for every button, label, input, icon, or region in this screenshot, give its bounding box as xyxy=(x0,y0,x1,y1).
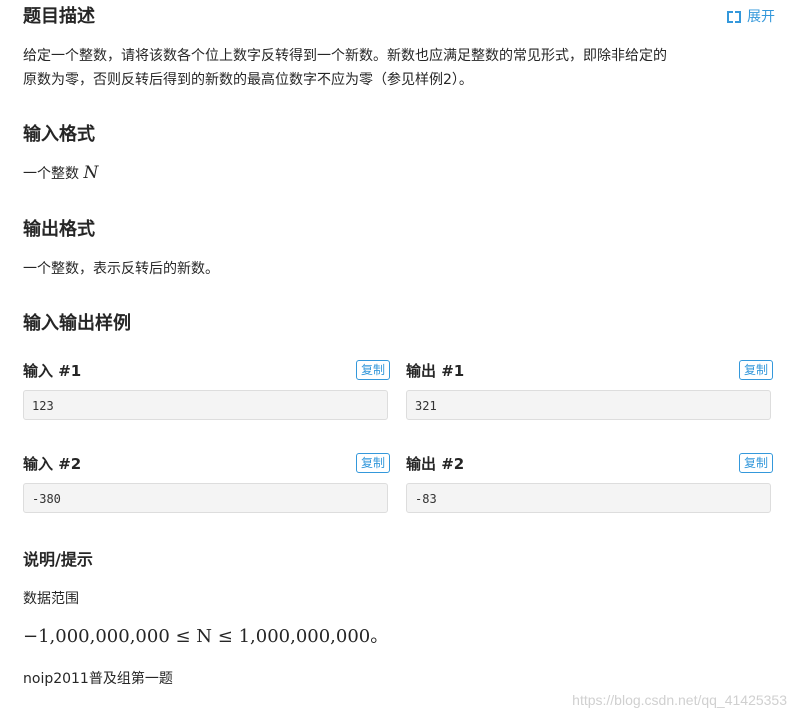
hint-source: noip2011普及组第一题 xyxy=(23,671,173,687)
problem-title: 题目描述 xyxy=(23,6,95,27)
copy-button[interactable]: 复制 xyxy=(738,360,773,380)
sample-code[interactable]: -380 xyxy=(23,483,388,513)
sample-code[interactable]: -83 xyxy=(406,483,771,513)
sample-code[interactable]: 123 xyxy=(23,390,388,420)
output-format-title: 输出格式 xyxy=(23,219,95,240)
input-format-title: 输入格式 xyxy=(23,124,95,145)
problem-page: 题目描述 展开 给定一个整数，请将该数各个位上数字反转得到一个新数。新数也应满足… xyxy=(0,0,797,722)
sample-label: 输入 #1 xyxy=(23,362,82,380)
sample-input-1: 输入 #1 复制 123 xyxy=(23,360,390,422)
problem-description: 给定一个整数，请将该数各个位上数字反转得到一个新数。新数也应满足整数的常见形式，… xyxy=(23,44,773,92)
sample-label: 输出 #1 xyxy=(406,362,465,380)
sample-label: 输出 #2 xyxy=(406,455,465,473)
expand-button[interactable]: 展开 xyxy=(727,6,775,28)
hint-range-math: −1,000,000,000 ≤ N ≤ 1,000,000,000。 xyxy=(23,626,389,647)
sample-code[interactable]: 321 xyxy=(406,390,771,420)
sample-label: 输入 #2 xyxy=(23,455,82,473)
problem-header: 题目描述 展开 xyxy=(23,4,775,32)
copy-button[interactable]: 复制 xyxy=(355,360,390,380)
copy-button[interactable]: 复制 xyxy=(355,453,390,473)
expand-icon xyxy=(727,11,741,23)
math-variable: N xyxy=(83,163,99,183)
copy-button[interactable]: 复制 xyxy=(738,453,773,473)
expand-label: 展开 xyxy=(747,9,775,25)
sample-output-2: 输出 #2 复制 -83 xyxy=(406,453,773,515)
hint-range-label: 数据范围 xyxy=(23,591,79,607)
input-format-text: 一个整数 N xyxy=(23,161,773,186)
description-line: 原数为零，否则反转后得到的新数的最高位数字不应为零（参见样例2）。 xyxy=(23,72,473,88)
hint-title: 说明/提示 xyxy=(23,550,93,569)
sample-input-2: 输入 #2 复制 -380 xyxy=(23,453,390,515)
output-format-text: 一个整数，表示反转后的新数。 xyxy=(23,261,219,277)
sample-output-1: 输出 #1 复制 321 xyxy=(406,360,773,422)
watermark: https://blog.csdn.net/qq_41425353 xyxy=(572,692,787,708)
samples-title: 输入输出样例 xyxy=(23,313,131,334)
input-format-desc: 一个整数 xyxy=(23,166,84,182)
description-line: 给定一个整数，请将该数各个位上数字反转得到一个新数。新数也应满足整数的常见形式，… xyxy=(23,48,667,64)
